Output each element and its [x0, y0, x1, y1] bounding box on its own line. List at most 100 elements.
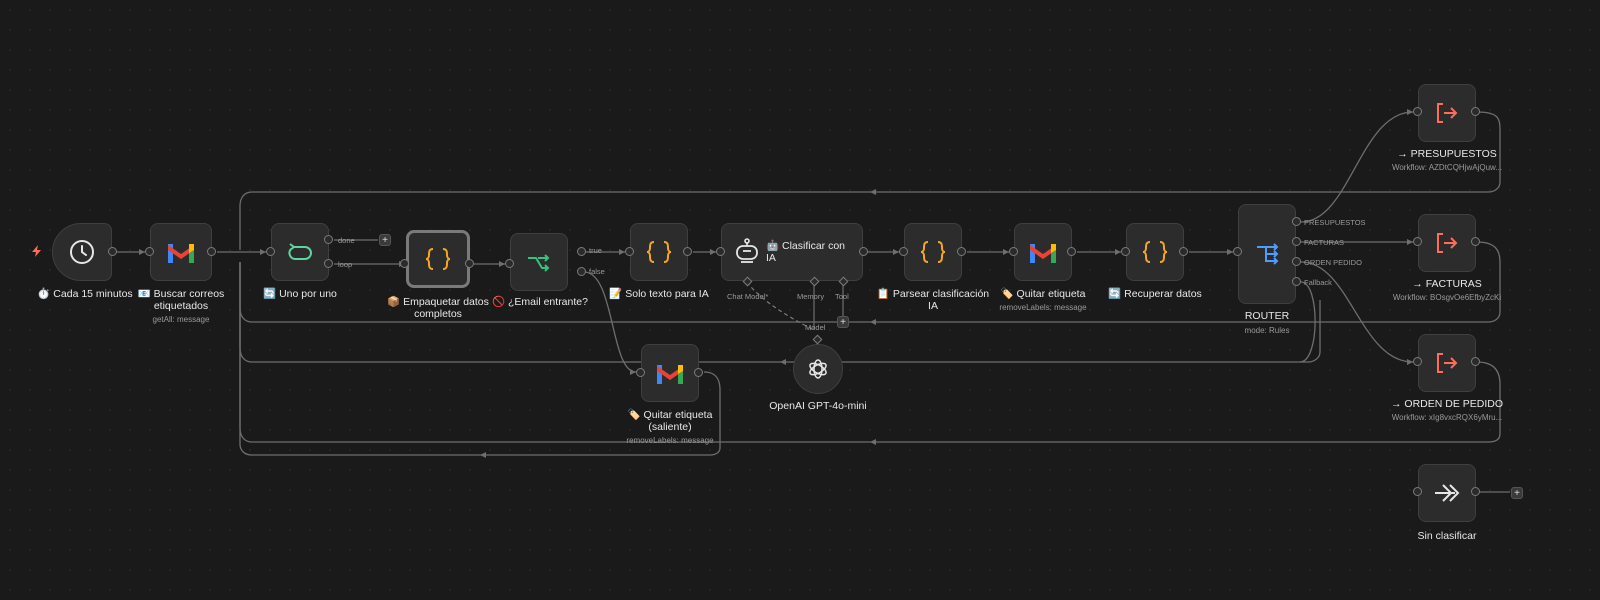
- remove-label-label: 🏷️ Quitar etiqueta: [1000, 288, 1086, 300]
- pack-label-line1: 📦 Empaquetar datos: [387, 296, 489, 308]
- parse-label-line1: 📋 Parsear clasificación: [876, 288, 990, 300]
- router-out-presupuestos-port[interactable]: [1292, 217, 1301, 226]
- if-input-port[interactable]: [505, 259, 514, 268]
- loop-input-port[interactable]: [266, 247, 275, 256]
- remove-label-out-input-port[interactable]: [636, 368, 645, 377]
- remove-label-sub: removeLabels: message: [999, 303, 1087, 312]
- remove-label-out-line1: 🏷️ Quitar etiqueta: [627, 409, 713, 421]
- wf-facturas-output-port[interactable]: [1471, 237, 1480, 246]
- text-only-output-port[interactable]: [683, 247, 692, 256]
- wf-facturas-input-port[interactable]: [1413, 237, 1422, 246]
- classify-label-line1: 🤖 Clasificar con: [766, 240, 846, 252]
- if-true-port[interactable]: [577, 247, 586, 256]
- gmail-fetch-output-port[interactable]: [207, 247, 216, 256]
- sin-clasificar-output-port[interactable]: [1471, 487, 1480, 496]
- recover-output-port[interactable]: [1179, 247, 1188, 256]
- gmail-icon: [168, 244, 194, 263]
- gmail-fetch-label: 📧 Buscar correos etiquetados: [126, 288, 236, 312]
- remove-label-out-sub: removeLabels: message: [626, 436, 714, 445]
- loop-label: 🔄 Uno por uno: [263, 288, 337, 300]
- classify-label-line2: IA: [766, 252, 776, 264]
- router-icon: [1257, 243, 1279, 265]
- braces-icon: [425, 248, 451, 270]
- parse-output-port[interactable]: [957, 247, 966, 256]
- gmail-fetch-node[interactable]: [150, 223, 212, 281]
- classify-tool-label: Tool: [835, 292, 849, 301]
- pack-node[interactable]: [406, 230, 470, 288]
- pack-label-line2: completos: [414, 308, 462, 320]
- braces-icon: [646, 241, 672, 263]
- wf-orden-label: → ORDEN DE PEDIDO: [1390, 398, 1503, 410]
- router-out-orden-port[interactable]: [1292, 257, 1301, 266]
- router-out-label: ORDEN PEDIDO: [1304, 258, 1362, 267]
- gmail-fetch-sub: getAll: message: [152, 315, 210, 324]
- sin-clasificar-label: Sin clasificar: [1417, 530, 1477, 542]
- openai-icon: [809, 359, 827, 379]
- sin-clasificar-input-port[interactable]: [1413, 487, 1422, 496]
- loop-loop-port[interactable]: [324, 259, 333, 268]
- remove-label-node[interactable]: [1014, 223, 1072, 281]
- if-inbound-node[interactable]: [510, 233, 568, 291]
- wf-orden-input-port[interactable]: [1413, 357, 1422, 366]
- wf-presupuestos-sub: Workflow: AZDtCQHjwAjQuw...: [1391, 163, 1503, 172]
- classify-output-port[interactable]: [859, 247, 868, 256]
- sin-clasificar-add-button[interactable]: +: [1511, 487, 1523, 499]
- sin-clasificar-node[interactable]: [1418, 464, 1476, 522]
- wf-presupuestos-input-port[interactable]: [1413, 107, 1422, 116]
- router-out-facturas-port[interactable]: [1292, 237, 1301, 246]
- classify-memory-label: Memory: [797, 292, 825, 301]
- router-input-port[interactable]: [1233, 247, 1242, 256]
- classify-tool-add-button[interactable]: +: [837, 316, 849, 328]
- router-out-fallback-port[interactable]: [1292, 277, 1301, 286]
- pack-output-port[interactable]: [465, 259, 474, 268]
- recover-input-port[interactable]: [1121, 247, 1130, 256]
- trigger-label: ⏱️ Cada 15 minutos: [37, 288, 133, 300]
- classify-input-port[interactable]: [716, 247, 725, 256]
- parse-node[interactable]: [904, 223, 962, 281]
- gmail-fetch-input-port[interactable]: [145, 247, 154, 256]
- if-label: 🚫 ¿Email entrante?: [492, 296, 588, 308]
- lightning-icon: [32, 245, 41, 257]
- openai-model-node[interactable]: [793, 344, 843, 394]
- remove-label-out-output-port[interactable]: [694, 368, 703, 377]
- loop-done-port[interactable]: [324, 235, 333, 244]
- remove-label-out-label: 🏷️ Quitar etiqueta (saliente): [615, 409, 725, 433]
- workflow-presupuestos-node[interactable]: [1418, 84, 1476, 142]
- exit-icon: [1437, 233, 1458, 253]
- parse-label-line2: IA: [928, 300, 938, 312]
- remove-label-out-line2: (saliente): [648, 421, 692, 433]
- classify-label: 🤖 Clasificar con IA: [766, 240, 845, 264]
- workflow-facturas-node[interactable]: [1418, 214, 1476, 272]
- clock-icon: [70, 240, 94, 264]
- router-out-label: FACTURAS: [1304, 238, 1345, 247]
- wf-orden-output-port[interactable]: [1471, 357, 1480, 366]
- wf-orden-sub: Workflow: xIg8vxcRQX6yMru...: [1391, 413, 1503, 422]
- parse-label: 📋 Parsear clasificación IA: [868, 288, 998, 312]
- loop-icon: [288, 243, 312, 260]
- trigger-output-port[interactable]: [108, 247, 117, 256]
- parse-input-port[interactable]: [899, 247, 908, 256]
- gmail-fetch-label-line1: 📧 Buscar correos: [137, 288, 225, 300]
- classify-ai-node[interactable]: 🤖 Clasificar con IA: [721, 223, 863, 281]
- gmail-icon: [657, 365, 683, 384]
- text-only-node[interactable]: [630, 223, 688, 281]
- if-false-port[interactable]: [577, 267, 586, 276]
- wf-presupuestos-label: → PRESUPUESTOS: [1397, 148, 1497, 160]
- if-true-label: true: [589, 246, 602, 255]
- trigger-node[interactable]: [52, 223, 112, 281]
- remove-label-output-port[interactable]: [1067, 247, 1076, 256]
- text-only-input-port[interactable]: [625, 247, 634, 256]
- workflow-orden-node[interactable]: [1418, 334, 1476, 392]
- branch-icon: [528, 254, 550, 272]
- recover-node[interactable]: [1126, 223, 1184, 281]
- loop-loop-label: loop: [338, 260, 353, 269]
- robot-icon: [736, 238, 758, 263]
- loop-node[interactable]: [271, 223, 329, 281]
- pack-input-port[interactable]: [400, 259, 409, 268]
- wf-presupuestos-output-port[interactable]: [1471, 107, 1480, 116]
- remove-label-out-node[interactable]: [641, 344, 699, 402]
- router-node[interactable]: [1238, 204, 1296, 304]
- remove-label-input-port[interactable]: [1009, 247, 1018, 256]
- openai-model-out-label: Model: [805, 323, 826, 332]
- loop-add-button[interactable]: +: [379, 234, 391, 246]
